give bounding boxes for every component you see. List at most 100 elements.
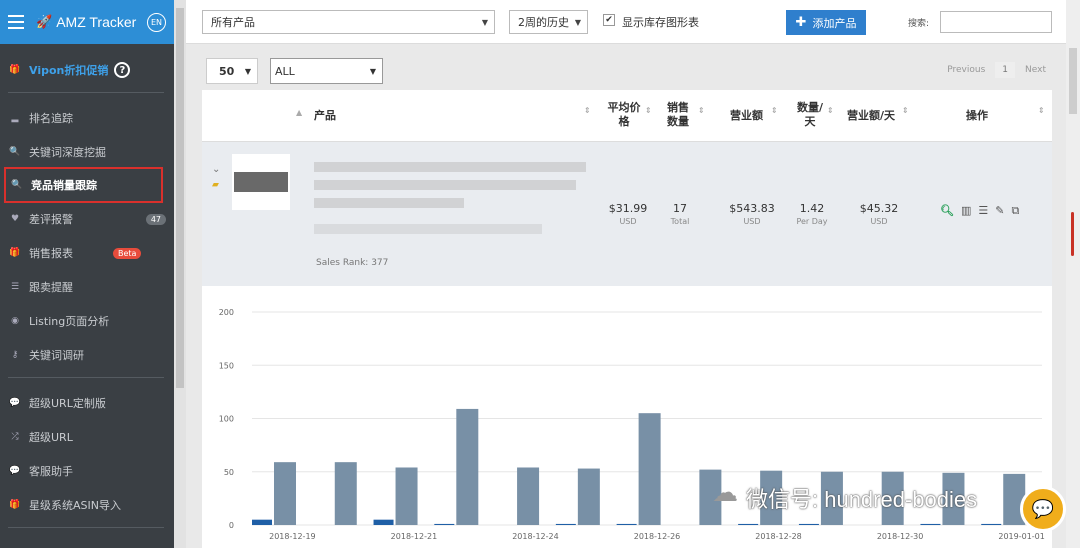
revenue-day-unit: USD [870, 217, 888, 226]
divider [8, 377, 164, 378]
search-icon: 🔍 [9, 147, 21, 157]
revenue-day-value: $45.32 [859, 202, 899, 215]
list-icon[interactable]: ☰ [978, 204, 988, 218]
per-page-select[interactable]: 50 ▼ [206, 58, 258, 84]
filter-value: ALL [275, 64, 295, 78]
sidebar-item-keyword-mining[interactable]: 🔍 关键词深度挖掘 [0, 137, 174, 167]
table-row[interactable]: ⌄ ▰ Sales Rank: 377 $31.99 USD 17 Total $5… [202, 142, 1052, 286]
show-inventory-label: 显示库存图形表 [622, 16, 699, 29]
bar-primary [981, 523, 1002, 525]
sales-rank: Sales Rank: 377 [316, 258, 389, 268]
rocket-icon: 🚀 [36, 14, 53, 30]
sidebar-item-rank-tracking[interactable]: ▂ 排名追踪 [0, 103, 174, 133]
scrollbar-thumb[interactable] [1069, 48, 1077, 114]
sidebar-item-sales-report[interactable]: 🎁 销售报表 Beta [0, 238, 174, 268]
x-tick-label: 2018-12-21 [391, 532, 438, 541]
sidebar-item-keyword-research[interactable]: ⚷ 关键词调研 [0, 340, 174, 370]
row-actions: 🔍︎ ▥ ☰ ✎ ⧉ [940, 204, 1019, 218]
shuffle-icon: ⤮ [11, 432, 19, 442]
column-header-sales-qty[interactable]: 销售数量 [663, 101, 693, 129]
chat-icon: 💬 [9, 398, 21, 408]
sort-icon[interactable]: ⇕ [902, 106, 909, 115]
next-page-link[interactable]: Next [1025, 65, 1046, 75]
pencil-icon[interactable]: ✎ [995, 204, 1004, 218]
language-toggle[interactable]: EN [147, 12, 166, 32]
sort-up-icon[interactable]: ▲ [296, 108, 302, 117]
sidebar-item-listing-analysis[interactable]: ◉ Listing页面分析 [0, 306, 174, 336]
column-header-product[interactable]: 产品 [314, 109, 336, 123]
x-tick-label: 2018-12-19 [269, 532, 316, 541]
hamburger-menu-icon[interactable] [8, 15, 24, 29]
sidebar-item-competitor-sales[interactable]: 🔍 竞品销量跟踪 [4, 167, 163, 203]
add-product-button[interactable]: ✚ 添加产品 [786, 10, 866, 35]
avg-price-cell: $31.99 USD [602, 202, 654, 226]
bar-primary [252, 519, 272, 525]
thermometer-icon [1071, 212, 1074, 256]
sidebar-header: 🚀 AMZ Tracker EN [0, 0, 174, 44]
sidebar-item-asin-import[interactable]: 🎁 星级系统ASIN导入 [0, 490, 174, 520]
sidebar-item-super-url-custom[interactable]: 💬 超级URL定制版 [0, 388, 174, 418]
eye-icon: ◉ [11, 316, 19, 326]
x-tick-label: 2018-12-24 [512, 532, 559, 541]
sidebar-item-vipon[interactable]: 🎁 Vipon折扣促销 ? [0, 55, 174, 85]
sidebar-item-label: 客服助手 [29, 465, 73, 478]
search-icon[interactable]: 🔍︎ [940, 204, 954, 218]
sidebar-scrollbar[interactable] [174, 0, 186, 548]
chat-icon: 💬 [1031, 498, 1055, 520]
product-select-value: 所有产品 [211, 16, 255, 29]
sidebar-item-negative-review-alert[interactable]: ♥ 差评报警 47 [0, 204, 174, 234]
bar-secondary [517, 467, 540, 525]
sort-icon[interactable]: ⇕ [771, 106, 778, 115]
column-header-revenue-day[interactable]: 营业额/天 [847, 109, 895, 123]
sort-icon[interactable]: ⇕ [584, 106, 591, 115]
current-page[interactable]: 1 [995, 62, 1016, 78]
sidebar-item-label: 超级URL [29, 431, 73, 444]
history-select[interactable]: 2周的历史 ▼ [509, 10, 588, 34]
sort-icon[interactable]: ⇕ [645, 106, 652, 115]
product-image-blurred [234, 172, 288, 192]
bar-chart-icon[interactable]: ▥ [961, 204, 971, 218]
sidebar-item-customer-service[interactable]: 💬 客服助手 [0, 456, 174, 486]
chat-icon: 💬 [9, 466, 21, 476]
revenue-day-cell: $45.32 USD [852, 202, 906, 226]
gift-icon: 🎁 [9, 65, 21, 75]
sales-chart: 0 50 100 150 200 2018-12-19 2018-12-21 2018-12-… [202, 286, 1066, 548]
chevron-down-icon[interactable]: ⌄ [212, 164, 220, 175]
filter-select[interactable]: ALL ▼ [270, 58, 383, 84]
show-inventory-checkbox[interactable]: ✔ [603, 14, 615, 26]
column-header-revenue[interactable]: 营业额 [730, 109, 763, 123]
external-link-icon[interactable]: ⧉ [1011, 204, 1019, 218]
chevron-down-icon: ▼ [574, 17, 581, 27]
sort-icon[interactable]: ⇕ [1038, 106, 1045, 115]
heart-icon: ♥ [10, 214, 20, 224]
sidebar-item-label: 竞品销量跟踪 [31, 179, 97, 192]
product-select[interactable]: 所有产品 ▼ [202, 10, 495, 34]
product-title-blurred [314, 180, 576, 190]
sidebar-item-hijack-alert[interactable]: ☰ 跟卖提醒 [0, 272, 174, 302]
avg-price-value: $31.99 [608, 202, 648, 215]
sidebar-item-label: 排名追踪 [29, 112, 73, 125]
list-icon: ☰ [10, 282, 20, 292]
help-icon[interactable]: ? [114, 62, 131, 78]
scrollbar-thumb[interactable] [176, 8, 184, 388]
bar-primary [920, 523, 941, 525]
sort-icon[interactable]: ⇕ [698, 106, 705, 115]
chat-bubble-button[interactable]: 💬 [1020, 486, 1066, 532]
x-tick-label: 2019-01-01 [998, 532, 1045, 541]
watermark-text: 微信号: hundred-bodies [746, 487, 978, 512]
search-input[interactable] [940, 11, 1052, 33]
column-header-actions: 操作 [966, 109, 988, 122]
qty-day-unit: Per Day [796, 217, 828, 226]
history-select-value: 2周的历史 [518, 16, 569, 29]
column-header-qty-day[interactable]: 数量/天 [796, 101, 824, 129]
previous-page-link[interactable]: Previous [947, 65, 985, 75]
search-label: 搜索: [908, 19, 930, 29]
page-scrollbar[interactable] [1066, 0, 1080, 548]
plus-icon: ✚ [795, 15, 807, 30]
sort-icon[interactable]: ⇕ [827, 106, 834, 115]
product-table: ▲ 产品 ⇕ 平均价格 ⇕ 销售数量 ⇕ 营业额 ⇕ 数量/天 ⇕ 营业额/天 … [202, 90, 1052, 286]
sidebar-item-label: Listing页面分析 [29, 315, 110, 328]
sidebar-item-super-url[interactable]: ⤮ 超级URL [0, 422, 174, 452]
column-header-avg-price[interactable]: 平均价格 [604, 101, 644, 129]
x-tick-label: 2018-12-30 [877, 532, 924, 541]
